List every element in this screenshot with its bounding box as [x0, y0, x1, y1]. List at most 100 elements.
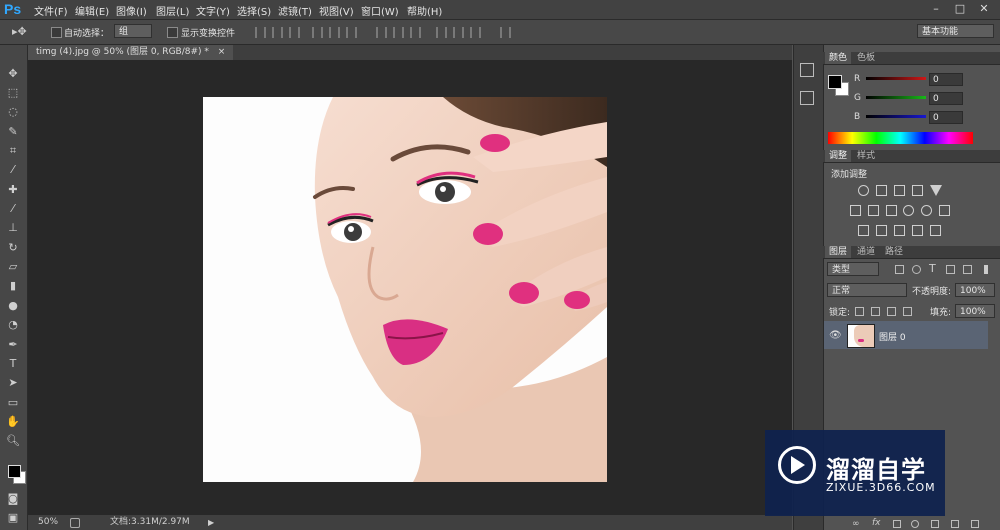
filter-shape-icon[interactable]	[946, 265, 955, 274]
brightness-icon[interactable]	[858, 185, 869, 196]
healing-brush-tool-icon[interactable]: ✚	[4, 182, 22, 198]
lasso-tool-icon[interactable]: ◌	[4, 104, 22, 120]
properties-panel-icon[interactable]	[800, 91, 814, 105]
lock-position-icon[interactable]	[887, 307, 896, 316]
marquee-tool-icon[interactable]: ⬚	[4, 85, 22, 101]
move-tool-icon[interactable]: ✥	[4, 66, 22, 82]
align-bottom-icon[interactable]	[289, 27, 300, 38]
brush-tool-icon[interactable]: ⁄	[4, 201, 22, 217]
filter-smart-object-icon[interactable]	[963, 265, 972, 274]
align-vcenter-icon[interactable]	[272, 27, 283, 38]
link-layers-icon[interactable]: ∞	[852, 519, 860, 529]
auto-select-checkbox[interactable]	[51, 27, 62, 38]
distribute-right-icon[interactable]	[470, 27, 481, 38]
menu-type[interactable]: 文字(Y)	[196, 3, 230, 18]
crop-tool-icon[interactable]: ⌗	[4, 143, 22, 159]
auto-align-icon[interactable]	[500, 27, 511, 38]
tab-paths[interactable]: 路径	[881, 246, 907, 258]
lock-transparent-icon[interactable]	[855, 307, 864, 316]
align-top-icon[interactable]	[255, 27, 266, 38]
distribute-vcenter-icon[interactable]	[393, 27, 404, 38]
photo-filter-icon[interactable]	[903, 205, 914, 216]
distribute-bottom-icon[interactable]	[410, 27, 421, 38]
shape-tool-icon[interactable]: ▭	[4, 395, 22, 411]
dodge-tool-icon[interactable]: ◔	[4, 317, 22, 333]
gradient-tool-icon[interactable]: ▮	[4, 278, 22, 294]
minimize-button[interactable]: –	[926, 0, 946, 18]
eraser-tool-icon[interactable]: ▱	[4, 259, 22, 275]
tab-layers[interactable]: 图层	[825, 246, 852, 258]
vibrance-icon[interactable]	[930, 185, 942, 196]
type-tool-icon[interactable]: T	[4, 356, 22, 372]
threshold-icon[interactable]	[894, 225, 905, 236]
filter-type-icon[interactable]: T	[929, 262, 936, 275]
quick-select-tool-icon[interactable]: ✎	[4, 124, 22, 140]
move-tool-preset-icon[interactable]: ▸✥	[12, 25, 27, 38]
tab-channels[interactable]: 通道	[853, 246, 879, 258]
zoom-tool-icon[interactable]: 🔍︎	[4, 433, 22, 449]
quick-mask-icon[interactable]: ◙	[4, 491, 22, 507]
document-tab[interactable]: timg (4).jpg @ 50% (图层 0, RGB/8#) * ×	[28, 45, 234, 60]
menu-layer[interactable]: 图层(L)	[156, 3, 189, 18]
fill-field[interactable]: 100%	[955, 304, 995, 318]
filter-toggle-icon[interactable]	[984, 265, 988, 274]
path-select-tool-icon[interactable]: ➤	[4, 375, 22, 391]
menu-select[interactable]: 选择(S)	[237, 3, 271, 18]
blend-mode-dropdown[interactable]: 正常	[827, 283, 907, 297]
add-mask-icon[interactable]	[893, 520, 901, 528]
maximize-button[interactable]: □	[950, 0, 970, 18]
document-tab-close-icon[interactable]: ×	[218, 47, 226, 57]
tab-color[interactable]: 颜色	[825, 52, 852, 64]
document-image[interactable]	[203, 97, 607, 482]
status-menu-arrow-icon[interactable]: ▶	[208, 515, 214, 530]
tab-swatches[interactable]: 色板	[853, 52, 879, 64]
color-panel-foreground-swatch[interactable]	[828, 75, 842, 89]
lock-pixels-icon[interactable]	[871, 307, 880, 316]
menu-image[interactable]: 图像(I)	[116, 3, 147, 18]
blur-tool-icon[interactable]: ●	[4, 298, 22, 314]
delete-layer-icon[interactable]	[971, 520, 979, 528]
history-panel-icon[interactable]	[800, 63, 814, 77]
blue-slider[interactable]	[866, 115, 926, 118]
new-adjustment-layer-icon[interactable]	[911, 520, 919, 528]
selective-color-icon[interactable]	[912, 225, 923, 236]
menu-filter[interactable]: 滤镜(T)	[278, 3, 312, 18]
layer-name[interactable]: 图层 0	[879, 330, 906, 343]
posterize-icon[interactable]	[876, 225, 887, 236]
menu-view[interactable]: 视图(V)	[319, 3, 354, 18]
auto-select-dropdown[interactable]: 组	[114, 24, 152, 38]
color-spectrum-bar[interactable]	[828, 132, 973, 144]
distribute-top-icon[interactable]	[376, 27, 387, 38]
red-value-field[interactable]: 0	[929, 73, 963, 86]
menu-help[interactable]: 帮助(H)	[407, 3, 442, 18]
layer-visibility-eye-icon[interactable]: 👁︎	[829, 330, 842, 341]
menu-edit[interactable]: 编辑(E)	[75, 3, 109, 18]
align-left-icon[interactable]	[312, 27, 323, 38]
align-right-icon[interactable]	[346, 27, 357, 38]
menu-window[interactable]: 窗口(W)	[361, 3, 399, 18]
layer-filter-dropdown[interactable]: 类型	[827, 262, 879, 276]
filter-adjustment-icon[interactable]	[912, 265, 921, 274]
color-balance-icon[interactable]	[868, 205, 879, 216]
workspace-dropdown[interactable]: 基本功能	[917, 24, 994, 38]
channel-mixer-icon[interactable]	[921, 205, 932, 216]
black-white-icon[interactable]	[886, 205, 897, 216]
distribute-hcenter-icon[interactable]	[453, 27, 464, 38]
show-transform-checkbox[interactable]	[167, 27, 178, 38]
eyedropper-tool-icon[interactable]: ⁄	[4, 162, 22, 178]
opacity-field[interactable]: 100%	[955, 283, 995, 297]
red-slider[interactable]	[866, 77, 926, 80]
blue-value-field[interactable]: 0	[929, 111, 963, 124]
hue-saturation-icon[interactable]	[850, 205, 861, 216]
pen-tool-icon[interactable]: ✒	[4, 337, 22, 353]
new-layer-icon[interactable]	[951, 520, 959, 528]
filter-pixel-icon[interactable]	[895, 265, 904, 274]
tab-adjustments[interactable]: 调整	[825, 150, 852, 162]
layer-style-icon[interactable]: fx	[872, 518, 881, 528]
exposure-icon[interactable]	[912, 185, 923, 196]
screen-mode-icon[interactable]: ▣	[4, 510, 22, 526]
curves-icon[interactable]	[894, 185, 905, 196]
menu-file[interactable]: 文件(F)	[34, 3, 68, 18]
new-group-icon[interactable]	[931, 520, 939, 528]
hand-tool-icon[interactable]: ✋	[4, 414, 22, 430]
